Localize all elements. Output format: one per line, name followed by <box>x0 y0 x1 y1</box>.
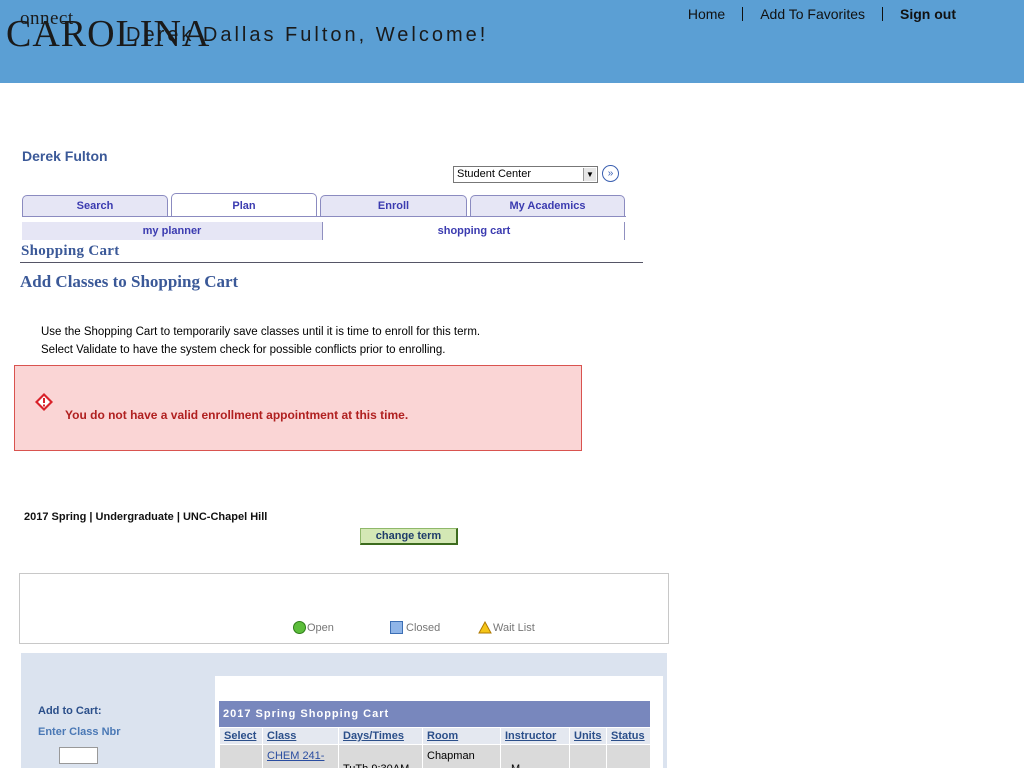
subtab-shopping-cart[interactable]: shopping cart <box>324 222 625 240</box>
subtab-my-planner[interactable]: my planner <box>22 222 323 240</box>
add-to-cart-label: Add to Cart: <box>38 705 102 717</box>
column-header-room[interactable]: Room <box>422 728 500 744</box>
legend-label: Closed <box>406 621 441 634</box>
tab-my-academics[interactable]: My Academics <box>470 195 625 216</box>
navigation-select-value: Student Center <box>457 168 531 180</box>
class-link[interactable]: CHEM 241- <box>267 750 324 762</box>
top-nav: Home Add To Favorites Sign out <box>671 6 956 22</box>
enter-class-nbr-label: Enter Class Nbr <box>38 726 121 738</box>
tab-divider <box>22 216 626 217</box>
legend-closed: Closed <box>390 621 440 634</box>
legend-label: Wait List <box>493 621 535 634</box>
cell-room: Chapman <box>422 745 500 768</box>
closed-status-icon <box>390 621 403 634</box>
page-subtitle: Add Classes to Shopping Cart <box>20 272 239 291</box>
navigation-select[interactable]: Student Center ▼ <box>453 166 598 183</box>
cell-units <box>569 745 606 768</box>
legend-label: Open <box>307 621 334 634</box>
change-term-button[interactable]: change term <box>360 528 458 545</box>
column-header-status[interactable]: Status <box>606 728 650 744</box>
go-icon[interactable]: » <box>602 165 619 182</box>
cell-days-times: TuTh 9:30AM <box>338 745 422 768</box>
column-header-instructor[interactable]: Instructor <box>500 728 569 744</box>
cell-status <box>606 745 650 768</box>
add-to-favorites-link[interactable]: Add To Favorites <box>743 6 882 22</box>
table-row-class-link[interactable]: CHEM 241- <box>262 745 338 768</box>
open-status-icon <box>293 621 306 634</box>
column-header-units[interactable]: Units <box>569 728 606 744</box>
tab-search[interactable]: Search <box>22 195 168 216</box>
term-info: 2017 Spring | Undergraduate | UNC-Chapel… <box>24 511 268 523</box>
tab-plan[interactable]: Plan <box>171 193 317 217</box>
warning-icon <box>35 393 53 411</box>
instruction-text: Select Validate to have the system check… <box>41 344 446 356</box>
error-message: You do not have a valid enrollment appoi… <box>65 408 409 422</box>
legend-open: Open <box>293 621 334 634</box>
cell-select[interactable] <box>219 745 262 768</box>
cart-title: 2017 Spring Shopping Cart <box>219 701 650 727</box>
home-link[interactable]: Home <box>671 6 742 22</box>
wait-list-status-icon <box>478 621 492 634</box>
sign-out-link[interactable]: Sign out <box>883 6 956 22</box>
cell-instructor: M <box>500 745 569 768</box>
error-message-box: You do not have a valid enrollment appoi… <box>14 365 582 451</box>
page-title: Shopping Cart <box>21 243 120 259</box>
column-header-days-times[interactable]: Days/Times <box>338 728 422 744</box>
legend-wait-list: Wait List <box>478 621 535 634</box>
tab-enroll[interactable]: Enroll <box>320 195 467 216</box>
dropdown-arrow-icon[interactable]: ▼ <box>583 168 596 181</box>
class-nbr-input[interactable] <box>59 747 98 764</box>
header-bar: onnect CAROLINA Derek Dallas Fulton, Wel… <box>0 0 1024 83</box>
legend-box <box>19 573 669 644</box>
column-header-select[interactable]: Select <box>219 728 262 744</box>
title-divider <box>20 262 643 263</box>
column-header-class[interactable]: Class <box>262 728 338 744</box>
instruction-text: Use the Shopping Cart to temporarily sav… <box>41 326 481 338</box>
welcome-message: Derek Dallas Fulton, Welcome! <box>126 24 489 46</box>
user-name: Derek Fulton <box>22 148 108 164</box>
